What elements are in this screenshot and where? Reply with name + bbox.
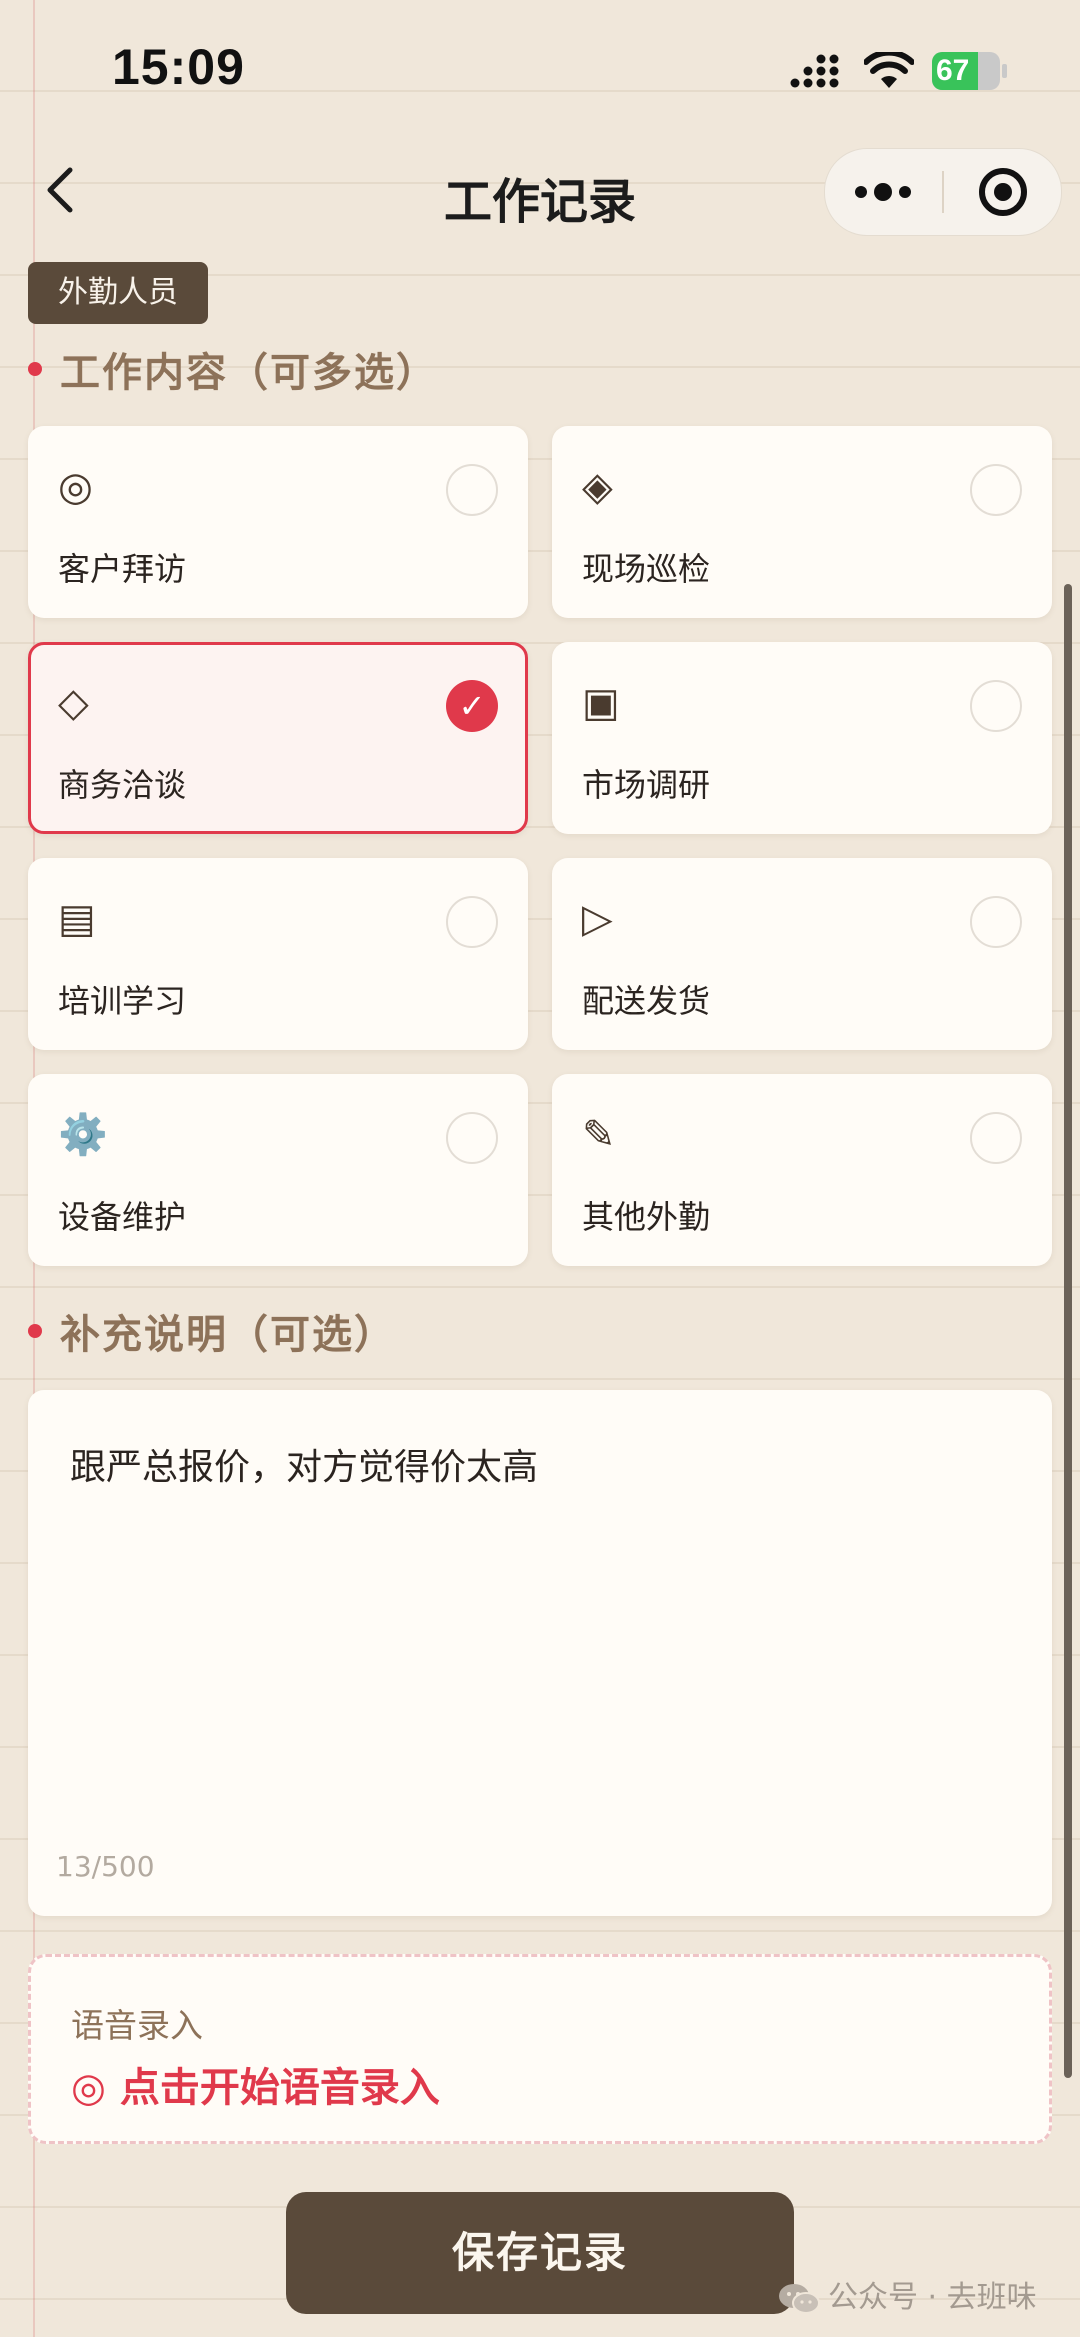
target-close-icon	[979, 168, 1027, 216]
option-business-negotiation[interactable]: ◇ 商务洽谈 ✓	[28, 642, 528, 834]
save-button[interactable]: 保存记录	[286, 2192, 794, 2314]
section-title: 补充说明（可选）	[60, 1312, 396, 1358]
battery-body: 67	[932, 52, 1000, 90]
option-label: 商务洽谈	[58, 766, 187, 804]
gear-icon: ⚙️	[58, 1112, 108, 1158]
option-label: 设备维护	[58, 1198, 187, 1236]
delivery-icon: ▷	[582, 896, 613, 942]
cellular-signal-icon	[790, 54, 839, 88]
option-label: 配送发货	[582, 982, 711, 1020]
wifi-icon	[864, 52, 914, 88]
nav-bar: 工作记录	[0, 140, 1080, 240]
start-voice-button[interactable]: ◎ 点击开始语音录入	[71, 2055, 440, 2113]
character-count: 13/500	[56, 1850, 155, 1883]
more-button[interactable]	[825, 149, 941, 235]
status-time: 15:09	[112, 39, 245, 95]
option-label: 其他外勤	[582, 1198, 711, 1236]
scrollbar[interactable]	[1064, 584, 1072, 2078]
option-label: 市场调研	[582, 766, 711, 804]
back-button[interactable]	[30, 158, 94, 222]
option-training[interactable]: ▤ 培训学习	[28, 858, 528, 1050]
option-market-research[interactable]: ▣ 市场调研	[552, 642, 1052, 834]
capsule-divider	[942, 171, 944, 213]
wechat-icon	[779, 2283, 820, 2314]
check-icon: ✓	[458, 687, 486, 725]
option-radio[interactable]	[970, 896, 1022, 948]
watermark-text: 公众号 · 去班味	[828, 2280, 1037, 2315]
option-other-field-work[interactable]: ✎ 其他外勤	[552, 1074, 1052, 1266]
option-equipment-maintenance[interactable]: ⚙️ 设备维护	[28, 1074, 528, 1266]
battery-indicator: 67	[932, 52, 1008, 90]
notes-textarea[interactable]: 跟严总报价，对方觉得价太高 13/500	[28, 1390, 1052, 1916]
negotiation-icon: ◇	[58, 680, 89, 726]
chevron-left-icon	[47, 167, 73, 213]
watermark: 公众号 · 去班味	[778, 2272, 1037, 2315]
option-radio[interactable]	[970, 1112, 1022, 1164]
section-title: 工作内容（可多选）	[60, 350, 438, 396]
voice-input-area[interactable]: 语音录入 ◎ 点击开始语音录入	[28, 1954, 1052, 2144]
training-icon: ▤	[58, 896, 96, 942]
option-label: 培训学习	[58, 982, 187, 1020]
inspection-icon: ◈	[582, 464, 613, 510]
mini-program-capsule	[824, 148, 1062, 236]
voice-input-label: 语音录入	[71, 2006, 203, 2045]
more-dots-icon	[855, 183, 911, 201]
pencil-icon: ✎	[582, 1112, 616, 1158]
status-bar: 15:09 67	[0, 0, 1080, 130]
role-badge: 外勤人员	[28, 262, 208, 324]
option-radio[interactable]	[446, 1112, 498, 1164]
option-delivery[interactable]: ▷ 配送发货	[552, 858, 1052, 1050]
option-radio[interactable]	[446, 464, 498, 516]
option-radio[interactable]	[970, 680, 1022, 732]
visit-icon: ◎	[58, 464, 93, 510]
option-radio[interactable]	[446, 896, 498, 948]
section-dot	[28, 1324, 42, 1338]
battery-cap	[1002, 64, 1007, 78]
option-site-inspection[interactable]: ◈ 现场巡检	[552, 426, 1052, 618]
option-label: 现场巡检	[582, 550, 711, 588]
option-customer-visit[interactable]: ◎ 客户拜访	[28, 426, 528, 618]
battery-level-text: 67	[936, 54, 970, 87]
research-icon: ▣	[582, 680, 620, 726]
option-label: 客户拜访	[58, 550, 187, 588]
section-dot	[28, 362, 42, 376]
close-button[interactable]	[945, 149, 1061, 235]
option-radio[interactable]	[970, 464, 1022, 516]
option-radio[interactable]: ✓	[446, 680, 498, 732]
notes-text[interactable]: 跟严总报价，对方觉得价太高	[70, 1438, 1010, 1490]
